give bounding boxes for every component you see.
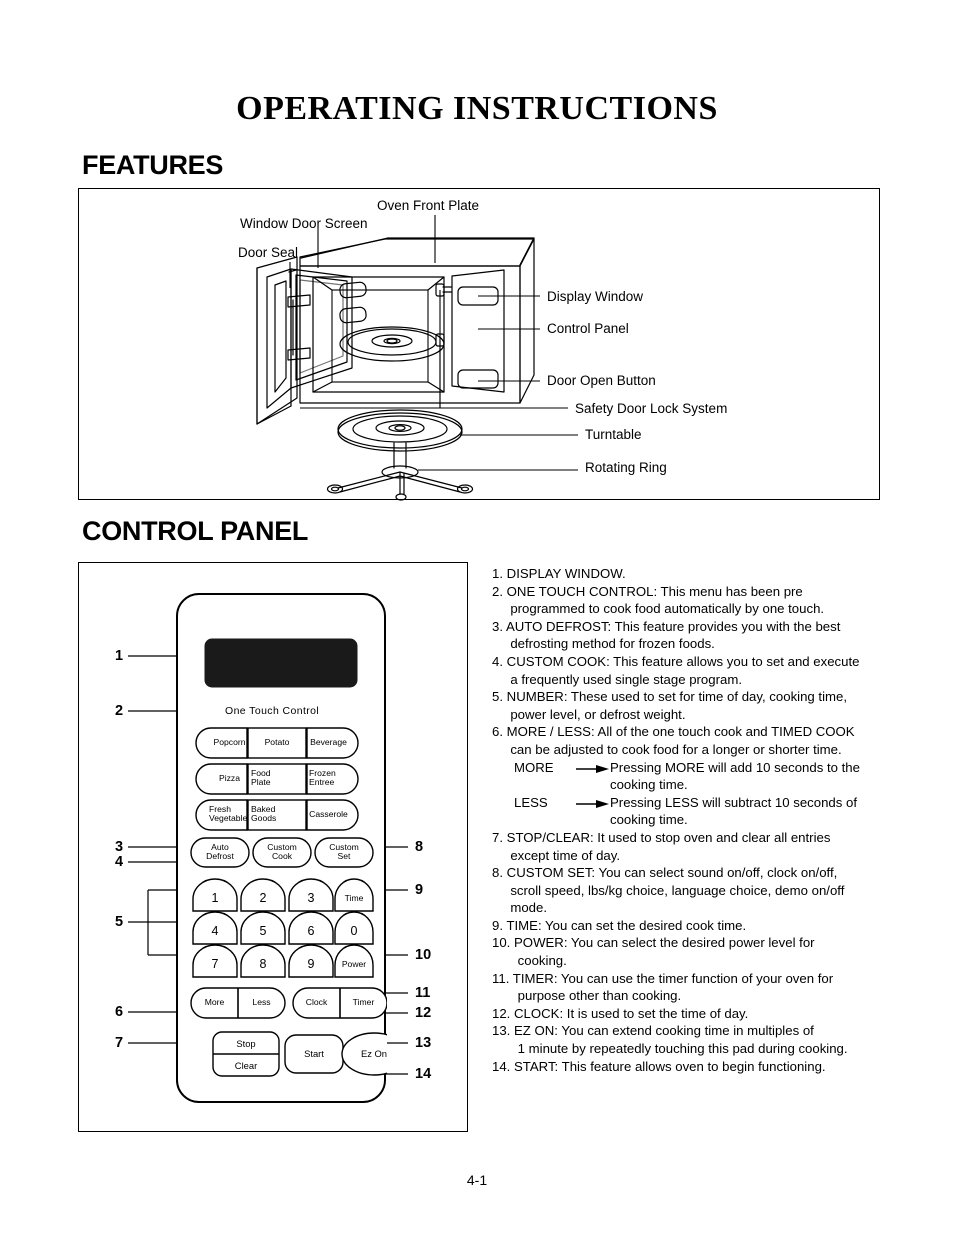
desc-item-14: 14. START: This feature allows oven to b…	[492, 1058, 882, 1076]
button-1[interactable]: 1	[193, 892, 237, 905]
desc-item-6: 6. MORE / LESS: All of the one touch coo…	[492, 723, 882, 758]
control-panel-face: One Touch Control Popcorn Potato Beverag…	[175, 592, 407, 1104]
desc-text-14: START: This feature allows oven to begin…	[514, 1058, 826, 1074]
display-window-pad	[204, 638, 358, 688]
desc-item-9: 9. TIME: You can set the desired cook ti…	[492, 917, 882, 935]
label-door-seal: Door Seal	[238, 245, 299, 260]
desc-text-10: POWER: You can select the desired power …	[514, 935, 815, 969]
desc-item-13: 13. EZ ON: You can extend cooking time i…	[492, 1022, 882, 1057]
desc-text-9: TIME: You can set the desired cook time.	[506, 917, 747, 933]
callout-2: 2	[115, 703, 124, 719]
desc-item-5: 5. NUMBER: These used to set for time of…	[492, 688, 882, 723]
desc-num-12: 12.	[492, 1005, 511, 1021]
label-control-panel: Control Panel	[547, 321, 629, 336]
desc-text-6: MORE / LESS: All of the one touch cook a…	[506, 724, 855, 757]
callout-3: 3	[115, 839, 124, 855]
features-section-heading: FEATURES	[82, 150, 224, 180]
button-3[interactable]: 3	[289, 892, 333, 905]
button-8[interactable]: 8	[241, 958, 285, 971]
desc-num-4: 4.	[492, 653, 503, 669]
desc-num-8: 8.	[492, 865, 503, 881]
more-text: Pressing MORE will add 10 seconds to the	[610, 759, 860, 775]
label-display-window: Display Window	[547, 289, 644, 304]
button-5[interactable]: 5	[241, 925, 285, 938]
desc-num-10: 10.	[492, 935, 511, 951]
less-text-cont: cooking time.	[610, 812, 688, 828]
desc-num-5: 5.	[492, 689, 503, 705]
right-arrow-icon	[576, 759, 610, 777]
desc-num-14: 14.	[492, 1058, 511, 1074]
desc-num-3: 3.	[492, 618, 503, 634]
label-oven-front-plate: Oven Front Plate	[377, 198, 480, 213]
one-touch-control-title: One Touch Control	[225, 705, 320, 717]
features-diagram-frame	[78, 188, 880, 500]
desc-item-11: 11. TIMER: You can use the timer functio…	[492, 970, 882, 1005]
desc-item-7: 7. STOP/CLEAR: It used to stop oven and …	[492, 829, 882, 864]
desc-item-4: 4. CUSTOM COOK: This feature allows you …	[492, 653, 882, 688]
callout-12: 12	[415, 1005, 432, 1021]
desc-text-2: ONE TOUCH CONTROL: This menu has been pr…	[506, 583, 825, 617]
desc-text-11: TIMER: You can use the timer function of…	[512, 970, 834, 1004]
label-safety-door-lock-system: Safety Door Lock System	[575, 401, 728, 416]
right-arrow-icon	[576, 794, 610, 812]
desc-item-2: 2. ONE TOUCH CONTROL: This menu has been…	[492, 583, 882, 618]
button-time[interactable]: Time	[335, 894, 373, 903]
label-rotating-ring: Rotating Ring	[585, 460, 667, 475]
callout-13: 13	[415, 1035, 432, 1051]
desc-text-7: STOP/CLEAR: It used to stop oven and cle…	[506, 829, 831, 863]
desc-text-3: AUTO DEFROST: This feature provides you …	[505, 618, 841, 652]
callout-5: 5	[115, 914, 124, 930]
button-2[interactable]: 2	[241, 892, 285, 905]
desc-text-8: CUSTOM SET: You can select sound on/off,…	[506, 865, 845, 916]
desc-text-4: CUSTOM COOK: This feature allows you to …	[506, 653, 860, 687]
button-power[interactable]: Power	[335, 960, 373, 969]
callout-1: 1	[115, 648, 124, 664]
label-window-door-screen: Window Door Screen	[240, 216, 368, 231]
desc-text-1: DISPLAY WINDOW.	[506, 566, 626, 581]
desc-item-10: 10. POWER: You can select the desired po…	[492, 934, 882, 969]
button-4[interactable]: 4	[193, 925, 237, 938]
button-9[interactable]: 9	[289, 958, 333, 971]
more-sub-item: MORE Pressing MORE will add 10 seconds t…	[492, 759, 882, 777]
desc-item-8: 8. CUSTOM SET: You can select sound on/o…	[492, 864, 882, 917]
callout-9: 9	[415, 882, 424, 898]
callout-4: 4	[115, 854, 124, 870]
desc-text-13: EZ ON: You can extend cooking time in mu…	[514, 1023, 848, 1057]
less-text: Pressing LESS will subtract 10 seconds o…	[610, 794, 858, 810]
desc-item-1: 1. DISPLAY WINDOW.	[492, 565, 882, 583]
page-number: 4-1	[466, 1172, 488, 1188]
desc-num-1: 1.	[492, 566, 503, 581]
callout-8: 8	[415, 839, 424, 855]
desc-text-5: NUMBER: These used to set for time of da…	[506, 689, 848, 722]
control-panel-section-heading: CONTROL PANEL	[82, 516, 309, 546]
desc-item-12: 12. CLOCK: It is used to set the time of…	[492, 1005, 882, 1023]
callout-7: 7	[115, 1035, 124, 1051]
button-0[interactable]: 0	[335, 925, 373, 938]
more-text-cont: cooking time.	[610, 777, 688, 793]
desc-num-13: 13.	[492, 1023, 511, 1039]
control-panel-buttons	[176, 593, 407, 1103]
callout-14: 14	[415, 1066, 432, 1082]
label-turntable: Turntable	[585, 427, 642, 442]
desc-num-11: 11.	[492, 970, 510, 986]
callout-10: 10	[415, 947, 432, 963]
desc-num-7: 7.	[492, 829, 503, 845]
callout-6: 6	[115, 1004, 124, 1020]
button-6[interactable]: 6	[289, 925, 333, 938]
less-sub-item: LESS Pressing LESS will subtract 10 seco…	[492, 794, 882, 812]
desc-text-12: CLOCK: It is used to set the time of day…	[514, 1005, 749, 1021]
less-tag: LESS	[514, 794, 548, 810]
button-7[interactable]: 7	[193, 958, 237, 971]
control-panel-description-list: 1. DISPLAY WINDOW. 2. ONE TOUCH CONTROL:…	[492, 565, 882, 1075]
label-door-open-button: Door Open Button	[547, 373, 656, 388]
more-tag: MORE	[514, 759, 554, 775]
page-title: OPERATING INSTRUCTIONS	[236, 90, 718, 127]
desc-num-9: 9.	[492, 917, 503, 933]
desc-num-6: 6.	[492, 724, 503, 740]
desc-item-3: 3. AUTO DEFROST: This feature provides y…	[492, 618, 882, 653]
callout-11: 11	[415, 985, 431, 1001]
desc-num-2: 2.	[492, 583, 503, 599]
